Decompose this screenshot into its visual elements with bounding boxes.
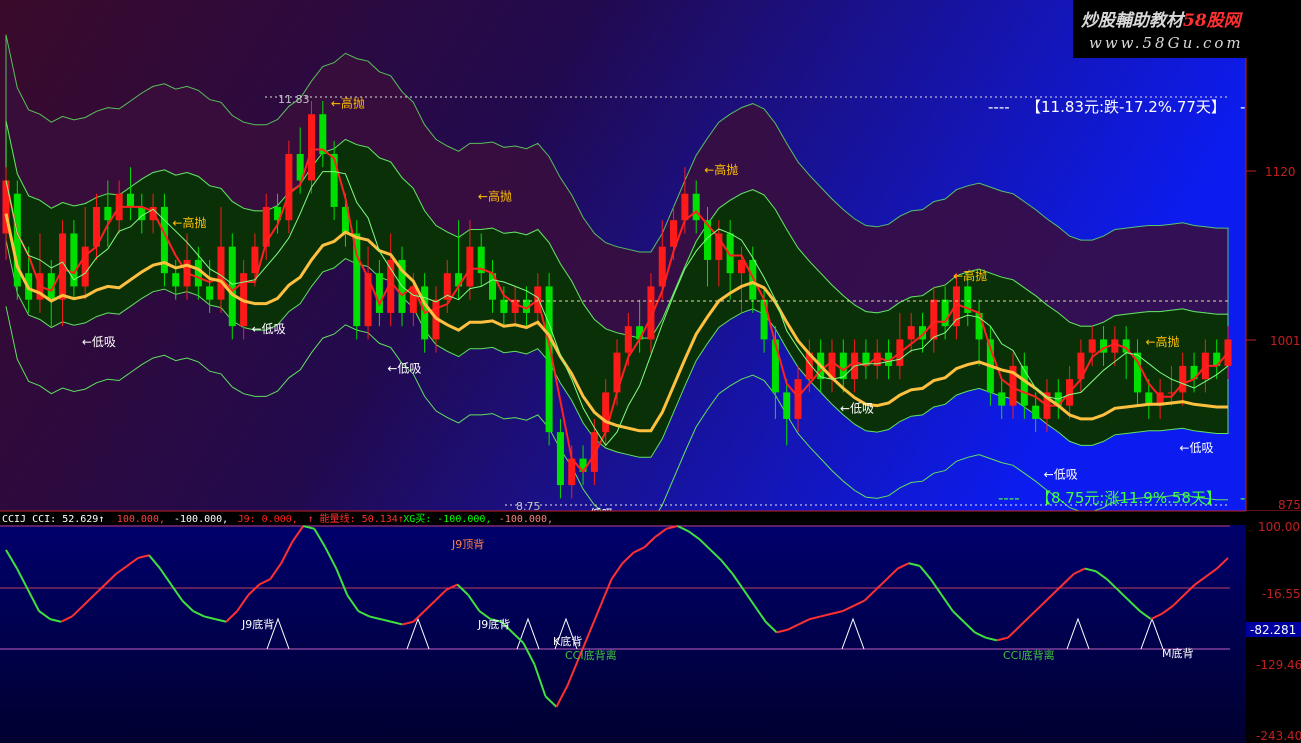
cci-current-value: -82.281 bbox=[1250, 623, 1296, 637]
top-marker-dash: ---- bbox=[988, 98, 1010, 116]
watermark-url: www.58Gu.com bbox=[1089, 34, 1244, 52]
candle-body bbox=[1020, 365, 1028, 406]
cci-header-part: CCIJ CCI: 52.629↑ bbox=[2, 514, 104, 525]
candle-body bbox=[172, 273, 180, 287]
candle-body bbox=[1032, 405, 1040, 419]
candle-body bbox=[794, 379, 802, 419]
watermark: 炒股輔助教材58股网 www.58Gu.com bbox=[1073, 0, 1301, 58]
buy-signal: ←低吸 bbox=[1179, 441, 1213, 455]
candle-body bbox=[556, 432, 564, 486]
candle-body bbox=[104, 206, 112, 221]
buy-signal: ←低吸 bbox=[1044, 468, 1078, 482]
cci-panel: CCIJ CCI: 52.629↑ 100.000, -100.000, J9: 0.… bbox=[0, 510, 1301, 743]
cci-label: CCI底背离 bbox=[565, 648, 617, 662]
candle-body bbox=[500, 299, 508, 313]
candle-body bbox=[466, 246, 474, 287]
bottom-marker-dash: ---- bbox=[998, 489, 1020, 507]
candle-body bbox=[998, 392, 1006, 406]
candle-body bbox=[194, 259, 202, 287]
cci-header-part: XG买: -100.000, bbox=[403, 513, 491, 525]
candle-body bbox=[590, 432, 598, 472]
buy-signal: ←低吸 bbox=[252, 322, 286, 336]
candle-body bbox=[217, 246, 225, 300]
candle-body bbox=[206, 286, 214, 300]
cci-tick: -129.46 bbox=[1256, 658, 1301, 672]
cci-header-part: 100.000, bbox=[117, 514, 165, 525]
sell-signal: ←高抛 bbox=[331, 96, 365, 111]
cci-label: J9底背 bbox=[477, 617, 510, 631]
cci-header-part: J9: 0.000, bbox=[238, 514, 298, 525]
candle-body bbox=[692, 193, 700, 221]
sell-signal: ←高抛 bbox=[1145, 334, 1179, 349]
candle-body bbox=[749, 259, 757, 300]
cci-label: J9顶背 bbox=[451, 537, 484, 551]
candle-body bbox=[375, 273, 383, 313]
price-tick: 875 bbox=[1278, 498, 1301, 512]
candle-body bbox=[783, 392, 791, 419]
cci-tick: -243.40 bbox=[1256, 729, 1301, 743]
cci-label: M底背 bbox=[1162, 646, 1194, 660]
bottom-marker: 【8.75元:涨11.9%.58天】 bbox=[1036, 489, 1221, 507]
cci-label: J9底背 bbox=[241, 617, 274, 631]
cci-tick: -16.55 bbox=[1262, 587, 1301, 601]
candle-body bbox=[907, 326, 915, 340]
cci-header-part: -100.000, bbox=[174, 514, 228, 525]
cci-header: CCIJ CCI: 52.629↑ 100.000, -100.000, J9: 0.… bbox=[2, 512, 553, 525]
chart-canvas: ←高抛←高抛←高抛←高抛←高抛←高抛←低吸←低吸←低吸←低吸←低吸←低吸←低吸 … bbox=[0, 0, 1301, 743]
candle-body bbox=[251, 246, 259, 274]
candle-body bbox=[624, 326, 632, 353]
candle-body bbox=[285, 153, 293, 221]
watermark-brand: 炒股輔助教材58股网 bbox=[1081, 11, 1241, 31]
candle-body bbox=[126, 193, 134, 207]
price-panel: ←高抛←高抛←高抛←高抛←高抛←高抛←低吸←低吸←低吸←低吸←低吸←低吸←低吸 … bbox=[0, 0, 1251, 524]
cci-label: CCI底背离 bbox=[1003, 648, 1055, 662]
candle-body bbox=[1111, 339, 1119, 353]
candle-body bbox=[1179, 365, 1187, 393]
top-marker: 【11.83元:跌-17.2%.77天】 bbox=[1026, 98, 1226, 116]
candle-body bbox=[681, 193, 689, 221]
cci-header-part: -100.000, bbox=[499, 514, 553, 525]
sell-signal: ←高抛 bbox=[953, 268, 987, 283]
cci-tick: 100.00 bbox=[1258, 520, 1300, 534]
candle-body bbox=[319, 114, 327, 154]
buy-signal: ←低吸 bbox=[82, 335, 116, 349]
candle-body bbox=[930, 299, 938, 340]
price-tick: 1001 bbox=[1270, 334, 1301, 348]
candle-body bbox=[1224, 339, 1232, 366]
sell-signal: ←高抛 bbox=[172, 215, 206, 230]
candle-body bbox=[1088, 339, 1096, 353]
buy-signal: ←低吸 bbox=[387, 362, 421, 376]
sell-signal: ←高抛 bbox=[704, 162, 738, 177]
buy-signal: ←低吸 bbox=[840, 401, 874, 415]
price-tick: 1120 bbox=[1265, 165, 1296, 179]
candle-body bbox=[307, 114, 316, 181]
high-price-label: 11.83 bbox=[278, 93, 310, 106]
sell-signal: ←高抛 bbox=[478, 188, 512, 203]
cci-header-part: ↑ 能量线: 50.134↑ bbox=[308, 512, 404, 525]
candle-body bbox=[455, 273, 463, 287]
cci-label: K底背 bbox=[553, 634, 582, 648]
